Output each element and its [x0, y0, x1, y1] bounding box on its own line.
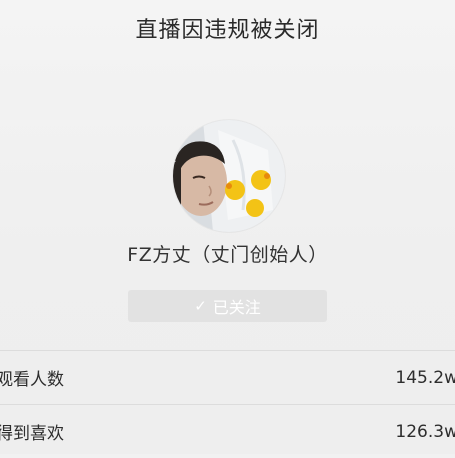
followed-button-label: 已关注	[212, 298, 261, 317]
stat-value: 126.3w	[395, 421, 455, 442]
live-closed-screen: 直播因违规被关闭 FZ方丈（丈门创始人） ✓ 已关注 观看人数 145.2w 得…	[0, 0, 455, 454]
stat-label: 得到喜欢	[0, 424, 64, 444]
followed-button[interactable]: ✓ 已关注	[128, 290, 327, 322]
page-title: 直播因违规被关闭	[135, 18, 320, 43]
avatar[interactable]	[173, 120, 285, 232]
stat-value: 145.2w	[395, 367, 455, 388]
stat-label: 观看人数	[0, 370, 64, 390]
stat-row-likes: 得到喜欢 126.3w	[0, 404, 455, 458]
streamer-name: FZ方丈（丈门创始人）	[127, 244, 328, 266]
check-icon: ✓	[194, 297, 207, 315]
stat-row-viewers: 观看人数 145.2w	[0, 350, 455, 404]
avatar-photo-icon	[173, 120, 285, 232]
